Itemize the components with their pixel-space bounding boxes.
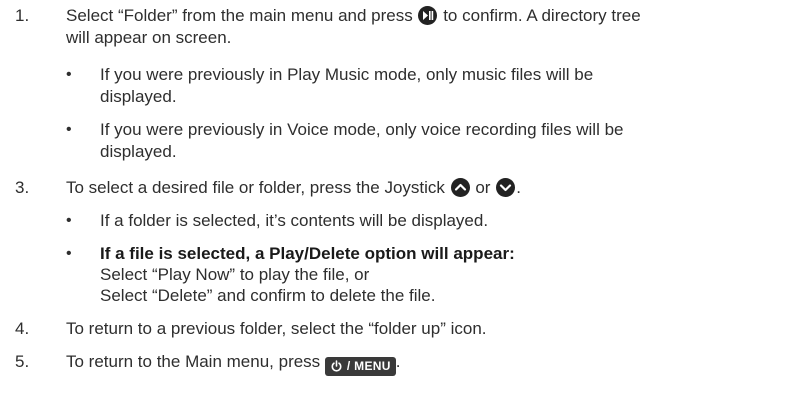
step-1-bullet-2-line-2: displayed. <box>100 142 177 161</box>
manual-page: { "steps": { "s1": { "num": "1.", "pre":… <box>0 0 793 393</box>
play-pause-icon <box>418 6 438 25</box>
down-arrow-icon <box>496 178 516 197</box>
step-3-text-c: . <box>516 178 521 197</box>
step-3-text-a: To select a desired file or folder, pres… <box>66 178 450 197</box>
step-1-text-a: Select “Folder” from the main menu and p… <box>66 6 418 25</box>
step-4-number: 4. <box>15 319 30 338</box>
step-1-bullet-1-line-2: displayed. <box>100 87 177 106</box>
bullet-marker: • <box>66 66 72 83</box>
menu-key-label: / MENU <box>346 359 391 373</box>
step-3-bullet-2-bold: If a file is selected, a Play/Delete opt… <box>100 244 515 263</box>
bullet-marker: • <box>66 245 72 262</box>
bullet-marker: • <box>66 121 72 138</box>
step-1-number: 1. <box>15 6 30 25</box>
step-3-number: 3. <box>15 178 30 197</box>
power-icon <box>331 360 342 372</box>
step-4-text: To return to a previous folder, select t… <box>66 319 487 338</box>
step-5-text-a: To return to the Main menu, press <box>66 352 325 371</box>
bullet-marker: • <box>66 212 72 229</box>
step-5-line: To return to the Main menu, press / MENU… <box>66 352 400 376</box>
step-5-text-b: . <box>395 352 401 371</box>
step-1-bullet-1-line-1: If you were previously in Play Music mod… <box>100 65 594 84</box>
step-1-text-b: to confirm. A directory tree <box>438 6 641 25</box>
step-1-line-2: will appear on screen. <box>66 28 232 47</box>
step-1-line-1: Select “Folder” from the main menu and p… <box>66 6 641 26</box>
step-3-line: To select a desired file or folder, pres… <box>66 178 521 198</box>
power-menu-key: / MENU <box>324 357 396 376</box>
up-arrow-icon <box>450 178 470 197</box>
step-3-bullet-2-line-3: Select “Delete” and confirm to delete th… <box>100 286 436 305</box>
step-5-number: 5. <box>15 352 30 371</box>
step-3-text-b: or <box>470 178 496 197</box>
step-1-bullet-2-line-1: If you were previously in Voice mode, on… <box>100 120 624 139</box>
step-3-bullet-2-line-2: Select “Play Now” to play the file, or <box>100 265 370 284</box>
step-3-bullet-1: If a folder is selected, it’s contents w… <box>100 211 489 230</box>
step-3-bullet-2-heading: If a file is selected, a Play/Delete opt… <box>100 244 515 264</box>
